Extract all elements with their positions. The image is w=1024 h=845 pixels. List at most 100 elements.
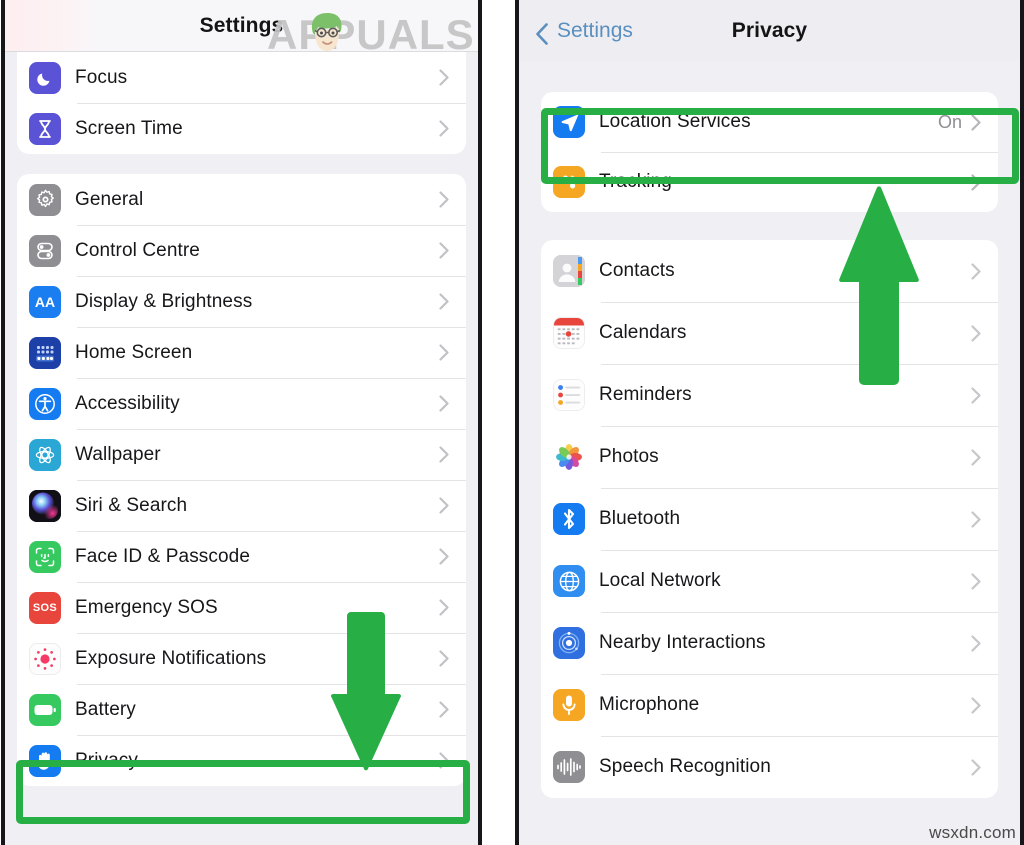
location-arrow-icon <box>553 106 585 138</box>
list-item-calendars[interactable]: Calendars <box>541 302 998 364</box>
list-item-reminders[interactable]: Reminders <box>541 364 998 426</box>
screen-time-hourglass-icon <box>29 112 61 145</box>
sidebar-item-label: Siri & Search <box>75 494 188 516</box>
sidebar-item-accessibility[interactable]: Accessibility <box>17 378 466 429</box>
list-item-local-network[interactable]: Local Network <box>541 550 998 612</box>
chevron-right-icon <box>438 293 450 310</box>
sidebar-item-label: Accessibility <box>75 392 180 414</box>
local-network-globe-icon <box>553 565 585 597</box>
display-brightness-aa-icon: AA <box>29 285 61 318</box>
microphone-icon <box>553 689 585 721</box>
chevron-right-icon <box>970 262 982 280</box>
right-navbar: Settings Privacy <box>519 0 1020 62</box>
sidebar-item-control-centre[interactable]: Control Centre <box>17 225 466 276</box>
back-button[interactable]: Settings <box>535 19 633 45</box>
green-down-arrow-icon <box>331 612 401 771</box>
sidebar-item-label: Face ID & Passcode <box>75 545 250 567</box>
nearby-interactions-icon <box>553 627 585 659</box>
sidebar-item-display-brightness[interactable]: AA Display & Brightness <box>17 276 466 327</box>
screenshot-stage: Settings Focus Screen Time General Contr… <box>0 0 1024 845</box>
chevron-right-icon <box>970 634 982 652</box>
list-item-label: Local Network <box>599 570 721 591</box>
reminders-icon <box>553 379 585 411</box>
sidebar-item-home-screen[interactable]: Home Screen <box>17 327 466 378</box>
emergency-sos-icon: SOS <box>29 591 61 624</box>
list-item-value: On <box>937 111 962 132</box>
sidebar-item-siri-search[interactable]: Siri & Search <box>17 480 466 531</box>
focus-moon-icon <box>29 61 61 94</box>
chevron-left-icon <box>535 23 551 45</box>
list-item-label: Speech Recognition <box>599 756 771 777</box>
sidebar-item-label: Home Screen <box>75 341 193 363</box>
list-item-speech-recognition[interactable]: Speech Recognition <box>541 736 998 798</box>
siri-orb-icon <box>29 489 61 522</box>
sidebar-item-label: Screen Time <box>75 117 183 139</box>
list-item-label: Microphone <box>599 694 700 715</box>
list-item-bluetooth[interactable]: Bluetooth <box>541 488 998 550</box>
accessibility-person-icon <box>29 387 61 420</box>
list-item-contacts[interactable]: Contacts <box>541 240 998 302</box>
left-phone-panel: Settings Focus Screen Time General Contr… <box>1 0 482 845</box>
chevron-right-icon <box>970 510 982 528</box>
chevron-right-icon <box>438 497 450 514</box>
sidebar-item-label: Focus <box>75 66 128 88</box>
privacy-hand-icon <box>29 744 61 777</box>
contacts-icon <box>553 255 585 287</box>
green-up-arrow-icon <box>839 186 919 385</box>
chevron-right-icon <box>970 173 982 191</box>
sidebar-item-label: Wallpaper <box>75 443 161 465</box>
chevron-right-icon <box>970 572 982 590</box>
chevron-right-icon <box>438 120 450 137</box>
face-id-icon <box>29 540 61 573</box>
tracking-icon <box>553 166 585 198</box>
sidebar-item-label: Display & Brightness <box>75 290 253 312</box>
home-screen-grid-icon <box>29 336 61 369</box>
chevron-right-icon <box>438 548 450 565</box>
chevron-right-icon <box>438 242 450 259</box>
list-item-microphone[interactable]: Microphone <box>541 674 998 736</box>
page-title: Settings <box>199 13 284 37</box>
general-gear-icon <box>29 183 61 216</box>
left-navbar: Settings <box>5 0 478 52</box>
chevron-right-icon <box>970 324 982 342</box>
sidebar-item-wallpaper[interactable]: Wallpaper <box>17 429 466 480</box>
list-item-tracking[interactable]: Tracking <box>541 152 998 212</box>
bluetooth-icon <box>553 503 585 535</box>
right-privacy-list[interactable]: Location Services On Tracking Contacts C… <box>519 92 1020 798</box>
chevron-right-icon <box>970 758 982 776</box>
list-item-label: Photos <box>599 446 659 467</box>
chevron-right-icon <box>970 113 982 131</box>
list-item-label: Bluetooth <box>599 508 681 529</box>
wallpaper-flower-icon <box>29 438 61 471</box>
exposure-notifications-icon <box>29 642 61 675</box>
chevron-right-icon <box>438 650 450 667</box>
list-item-location-services[interactable]: Location Services On <box>541 92 998 152</box>
sidebar-item-label: Control Centre <box>75 239 200 261</box>
sidebar-item-label: General <box>75 188 144 210</box>
source-watermark: wsxdn.com <box>929 823 1016 842</box>
chevron-right-icon <box>438 599 450 616</box>
sidebar-item-general[interactable]: General <box>17 174 466 225</box>
sidebar-item-screen-time[interactable]: Screen Time <box>17 103 466 154</box>
control-centre-toggles-icon <box>29 234 61 267</box>
list-item-photos[interactable]: Photos <box>541 426 998 488</box>
settings-group-focus: Focus Screen Time <box>17 52 466 154</box>
chevron-right-icon <box>970 696 982 714</box>
chevron-right-icon <box>438 69 450 86</box>
list-item-label: Location Services <box>599 111 751 132</box>
chevron-right-icon <box>438 344 450 361</box>
sidebar-item-focus[interactable]: Focus <box>17 52 466 103</box>
privacy-group-permissions: Contacts Calendars Reminders Photos Blue… <box>541 240 998 798</box>
chevron-right-icon <box>438 446 450 463</box>
photos-icon <box>553 441 585 473</box>
right-phone-panel: Settings Privacy Location Services On Tr… <box>515 0 1024 845</box>
list-item-nearby-interactions[interactable]: Nearby Interactions <box>541 612 998 674</box>
chevron-right-icon <box>438 395 450 412</box>
left-settings-list[interactable]: Focus Screen Time General Control Centre… <box>5 52 478 786</box>
chevron-right-icon <box>970 448 982 466</box>
list-item-label: Nearby Interactions <box>599 632 766 653</box>
chevron-right-icon <box>438 701 450 718</box>
battery-icon <box>29 693 61 726</box>
privacy-group-location: Location Services On Tracking <box>541 92 998 212</box>
sidebar-item-face-id-passcode[interactable]: Face ID & Passcode <box>17 531 466 582</box>
